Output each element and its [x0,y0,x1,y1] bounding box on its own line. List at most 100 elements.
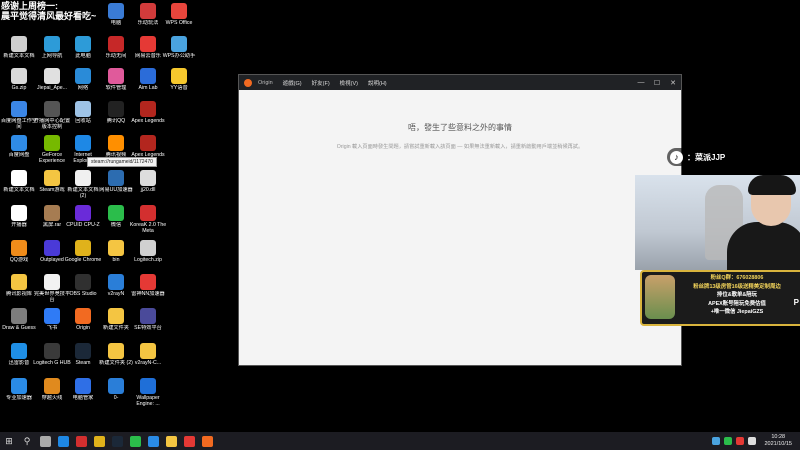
app-icon [75,240,91,256]
app-icon [75,308,91,324]
taskbar-play-icon[interactable] [126,432,144,450]
desktop-icon[interactable]: jj20.dll [129,168,167,200]
banner-line-wechat: +唯一微信 JiepaiGZS [710,309,764,316]
desktop-icon-label: SE特效平台 [134,325,162,331]
tiktok-badge: ♪ ：菜派JJP [667,148,732,166]
tiktok-label: ：菜派JJP [687,152,726,162]
app-icon [11,343,27,359]
desktop-icon[interactable]: YY语音 [160,66,198,98]
app-icon [75,101,91,117]
netease-glyph [183,435,195,447]
app-icon [75,378,91,394]
desktop-icon[interactable]: KoreaK 2.0 The Meta [129,203,167,235]
app-icon [140,170,156,186]
play-glyph [129,435,141,447]
app-icon [44,378,60,394]
app-icon [44,205,60,221]
app-icon [108,343,124,359]
app-icon [11,308,27,324]
taskbar-apps [36,432,216,450]
desktop-icon-label: Logitech.zip [134,257,162,263]
app-icon [108,3,124,19]
app-icon [140,308,156,324]
desktop-icon-label: v2rayN-C... [134,360,162,366]
desktop-icon[interactable]: Logitech.zip [129,238,167,270]
taskbar-app-red-icon[interactable] [72,432,90,450]
app-icon [75,68,91,84]
app-icon [11,240,27,256]
app-icon [140,101,156,117]
app-icon [108,240,124,256]
app-icon [75,170,91,186]
app-icon [140,135,156,151]
banner-logo: P [793,298,799,307]
menu-friends[interactable]: 好友(F) [312,79,330,87]
desktop-icon[interactable]: Apex Legends [129,99,167,131]
app-icon [108,101,124,117]
menu-games[interactable]: 遊戲(G) [283,79,302,87]
origin-window: Origin 遊戲(G) 好友(F) 檢視(V) 說明(H) — ☐ ✕ 唔，發… [238,74,682,366]
app-icon [44,240,60,256]
app-icon [11,274,27,290]
taskbar-edge-icon[interactable] [54,432,72,450]
app-icon [11,170,27,186]
app-icon [140,68,156,84]
shortcut-tooltip: steam://rungameid/1172470 [87,157,157,167]
minimize-button[interactable]: — [633,79,649,87]
desktop-icon[interactable]: WPS Office [160,1,198,33]
desktop-icon-label: 雷神NN加速器 [131,291,165,297]
origin-titlebar: Origin 遊戲(G) 好友(F) 檢視(V) 說明(H) — ☐ ✕ [239,75,681,90]
network-icon[interactable] [712,437,721,445]
banner-line-qq: 粉丝Q群：676028806 [710,275,764,281]
taskbar-origin-icon[interactable] [198,432,216,450]
taskbar-explorer-icon[interactable] [162,432,180,450]
menu-view[interactable]: 檢視(V) [340,79,358,87]
wechat-tray-icon[interactable] [724,437,733,445]
clock[interactable]: 10:28 2021/10/15 [764,434,792,448]
app-icon [75,135,91,151]
steam-glyph [111,435,123,447]
app-icon [108,205,124,221]
app-red-glyph [75,435,87,447]
app-icon [44,308,60,324]
start-button[interactable]: ⊞ [0,432,18,450]
edge-glyph [57,435,69,447]
app-icon [44,343,60,359]
desktop-icon[interactable]: v2rayN-C... [129,341,167,373]
webcam-feed [635,175,800,270]
volume-icon[interactable] [748,437,757,445]
cmd-glyph [147,435,159,447]
app-icon [44,68,60,84]
app-icon [108,135,124,151]
desktop: 电脑 乐动玩法 WPS Office 新建文本文档 上网导航 此电脑 乐动无间 网易云音乐 WP… [0,0,800,432]
task-view-glyph [39,435,51,447]
taskbar-cmd-icon[interactable] [144,432,162,450]
app-icon [108,274,124,290]
webcam-person-hair [748,175,796,195]
app-icon [140,3,156,19]
error-message: Origin 載入頁面時發生問題，請嘗試重新載入該頁面 — 如果無法重新載入，請… [336,144,584,150]
desktop-icon-label: Apex Legends [131,118,165,124]
desktop-icon-label: KoreaK 2.0 The Meta [129,222,167,234]
desktop-icon-label: jj20.dll [140,187,156,193]
app-icon [108,68,124,84]
app-icon [11,36,27,52]
desktop-icon[interactable]: SE特效平台 [129,306,167,338]
desktop-icon[interactable]: 雷神NN加速器 [129,272,167,304]
maximize-button[interactable]: ☐ [649,79,665,87]
app-icon [140,240,156,256]
app-icon [108,378,124,394]
app-icon [171,3,187,19]
taskbar-netease-icon[interactable] [180,432,198,450]
desktop-icon[interactable]: WPS办公助手 [160,34,198,66]
taskbar-chrome-icon[interactable] [90,432,108,450]
app-icon [11,205,27,221]
taskbar-task-view-icon[interactable] [36,432,54,450]
desktop-icon-label: WPS办公助手 [162,53,196,59]
menu-help[interactable]: 說明(H) [368,79,387,87]
desktop-icon[interactable]: Wallpaper Engine: ... [129,376,167,408]
app-tray-icon[interactable] [736,437,745,445]
search-icon[interactable]: ⚲ [18,432,36,450]
close-button[interactable]: ✕ [665,79,681,87]
taskbar-steam-icon[interactable] [108,432,126,450]
